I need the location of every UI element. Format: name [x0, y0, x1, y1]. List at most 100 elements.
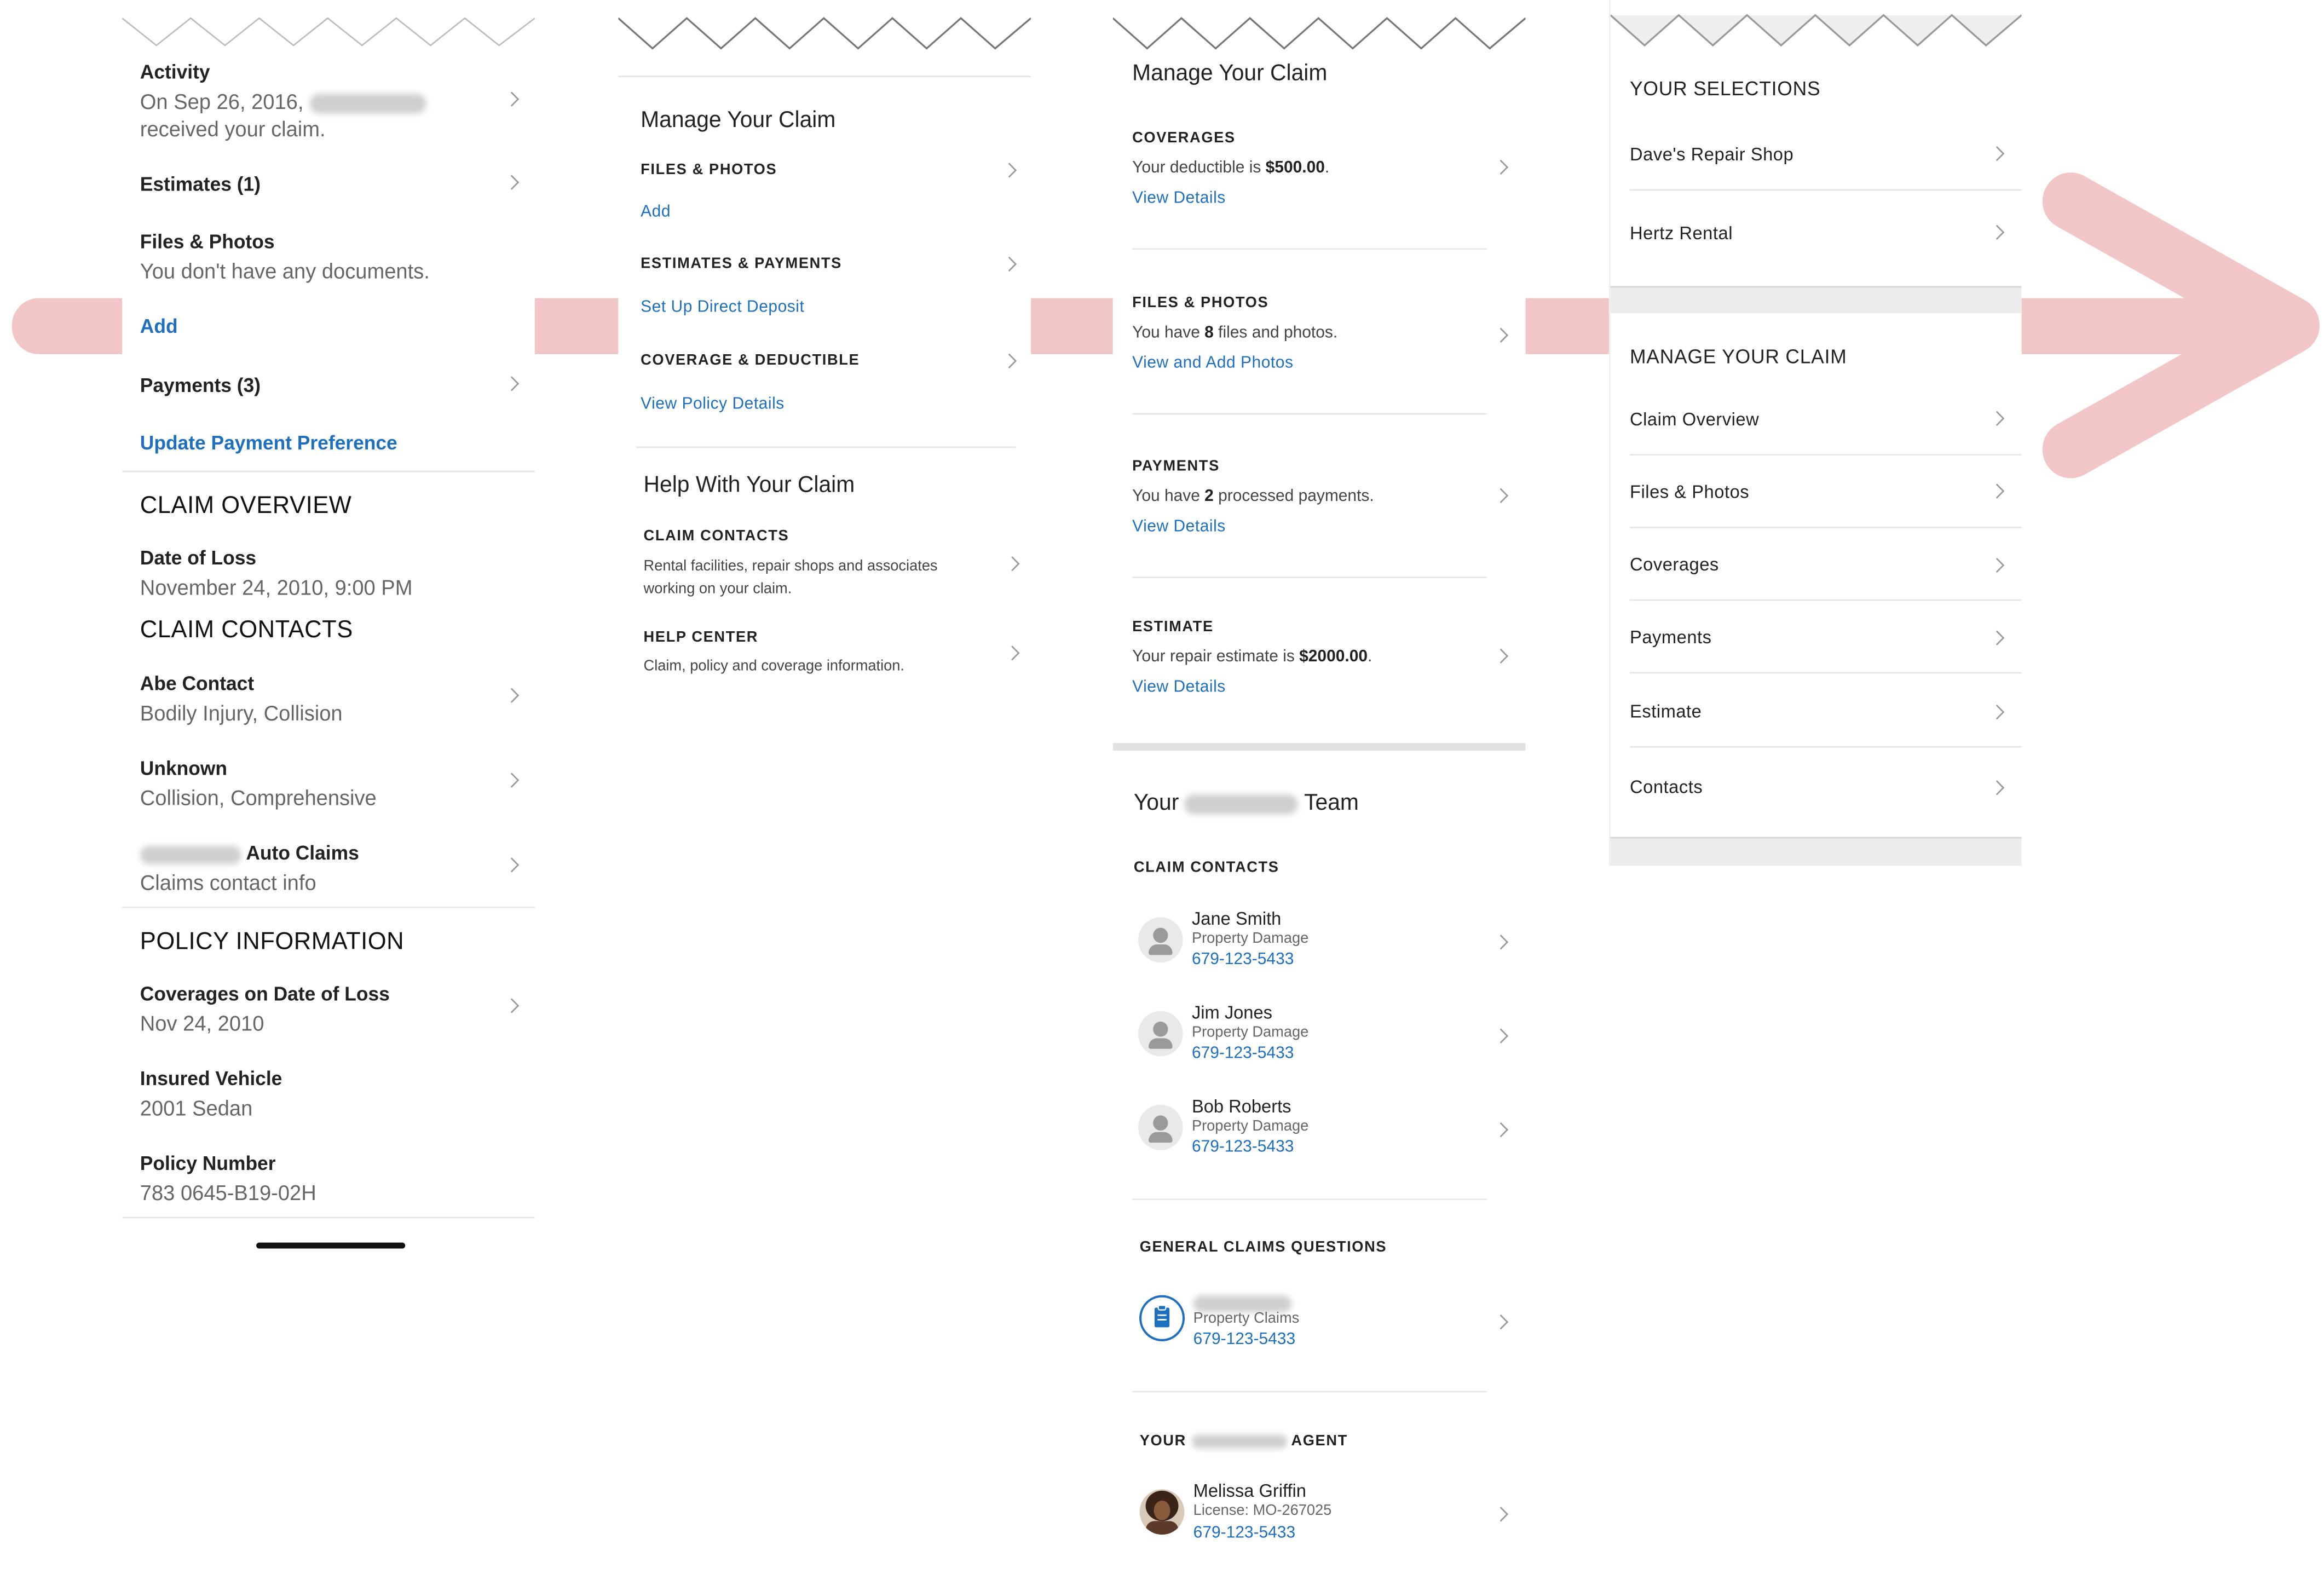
- chevron-right-icon[interactable]: [1989, 557, 2005, 573]
- contact-name[interactable]: Jim Jones: [1192, 1002, 1272, 1023]
- selection-item[interactable]: Hertz Rental: [1630, 222, 1733, 244]
- menu-estimate[interactable]: Estimate: [1630, 701, 1702, 722]
- chevron-right-icon[interactable]: [1493, 327, 1509, 343]
- chevron-right-icon[interactable]: [504, 91, 520, 107]
- contact-detail: Collision, Comprehensive: [140, 785, 377, 810]
- divider: [1629, 599, 2022, 601]
- help-title: Help With Your Claim: [643, 472, 855, 498]
- view-details-link[interactable]: View Details: [1132, 189, 1226, 207]
- view-details-link[interactable]: View Details: [1132, 517, 1226, 535]
- chevron-right-icon[interactable]: [1493, 935, 1509, 950]
- chevron-right-icon[interactable]: [1493, 488, 1509, 504]
- claim-overview-heading: CLAIM OVERVIEW: [140, 493, 352, 520]
- payments-row[interactable]: Payments (3): [140, 374, 261, 396]
- activity-text: On Sep 26, 2016,: [140, 88, 426, 115]
- card-text: Your repair estimate is $2000.00.: [1132, 648, 1373, 666]
- view-details-link[interactable]: View Details: [1132, 678, 1226, 696]
- agent-phone-link[interactable]: 679-123-5433: [1193, 1524, 1295, 1542]
- agent-name[interactable]: Melissa Griffin: [1193, 1480, 1306, 1502]
- chevron-right-icon[interactable]: [504, 175, 520, 190]
- menu-files-photos[interactable]: Files & Photos: [1630, 481, 1749, 503]
- flow-arrow-head-icon: [2042, 172, 2320, 478]
- menu-coverages[interactable]: Coverages: [1630, 554, 1719, 575]
- chevron-right-icon[interactable]: [1493, 648, 1509, 664]
- chevron-right-icon[interactable]: [1989, 146, 2005, 162]
- contact-name[interactable]: Jane Smith: [1192, 908, 1281, 930]
- view-add-photos-link[interactable]: View and Add Photos: [1132, 354, 1293, 372]
- selection-item[interactable]: Dave's Repair Shop: [1630, 144, 1794, 165]
- contact-name[interactable]: Unknown: [140, 757, 227, 779]
- chevron-right-icon[interactable]: [504, 857, 520, 873]
- divider: [1132, 1391, 1487, 1393]
- chevron-right-icon[interactable]: [1989, 780, 2005, 795]
- divider: [1132, 576, 1487, 579]
- direct-deposit-link[interactable]: Set Up Direct Deposit: [641, 298, 804, 316]
- manage-your-claim-caption: MANAGE YOUR CLAIM: [1629, 345, 1847, 368]
- chevron-right-icon[interactable]: [504, 376, 520, 391]
- torn-edge: [618, 16, 1031, 50]
- help-caption: CLAIM CONTACTS: [643, 528, 789, 545]
- divider: [122, 906, 535, 908]
- card-text: Your deductible is $500.00.: [1132, 159, 1330, 177]
- divider: [122, 1216, 535, 1219]
- chevron-right-icon[interactable]: [504, 998, 520, 1013]
- divider: [1132, 1198, 1487, 1201]
- manage-claim-title: Manage Your Claim: [641, 107, 836, 134]
- person-avatar-icon: [1138, 1011, 1183, 1057]
- add-link[interactable]: Add: [641, 203, 671, 221]
- chevron-right-icon[interactable]: [1989, 483, 2005, 499]
- contact-role: Property Damage: [1191, 1024, 1309, 1041]
- chevron-right-icon[interactable]: [1989, 411, 2005, 426]
- menu-claim-overview[interactable]: Claim Overview: [1630, 408, 1759, 430]
- card-caption: PAYMENTS: [1132, 458, 1220, 476]
- insured-vehicle-label: Insured Vehicle: [140, 1066, 282, 1090]
- update-payment-preference-link[interactable]: Update Payment Preference: [140, 431, 397, 454]
- contact-phone-link[interactable]: 679-123-5433: [1192, 1138, 1294, 1156]
- menu-contacts[interactable]: Contacts: [1630, 776, 1703, 798]
- contact-name[interactable]: Bob Roberts: [1192, 1096, 1291, 1117]
- contact-detail: Claims contact info: [140, 870, 316, 895]
- chevron-right-icon[interactable]: [1005, 556, 1020, 572]
- estimates-row[interactable]: Estimates (1): [140, 172, 261, 195]
- chevron-right-icon[interactable]: [504, 772, 520, 788]
- screen-claim-details: Activity On Sep 26, 2016, received your …: [122, 15, 535, 1249]
- chevron-right-icon[interactable]: [1989, 630, 2005, 645]
- chevron-right-icon[interactable]: [1002, 353, 1017, 368]
- contact-detail: Bodily Injury, Collision: [140, 700, 343, 725]
- clipboard-icon: [1139, 1295, 1185, 1341]
- divider: [1629, 672, 2022, 674]
- chevron-right-icon[interactable]: [1493, 1028, 1509, 1043]
- card-text: You have 8 files and photos.: [1132, 324, 1338, 342]
- general-role: Property Claims: [1193, 1310, 1300, 1328]
- chevron-right-icon[interactable]: [1989, 224, 2005, 240]
- chevron-right-icon[interactable]: [504, 688, 520, 703]
- chevron-right-icon[interactable]: [1002, 163, 1017, 178]
- chevron-right-icon[interactable]: [1005, 645, 1020, 661]
- coverages-label[interactable]: Coverages on Date of Loss: [140, 982, 390, 1005]
- contact-name-auto-claims[interactable]: Auto Claims: [140, 841, 359, 864]
- help-text: Rental facilities, repair shops and asso…: [643, 558, 938, 575]
- activity-title: Activity: [140, 60, 210, 84]
- menu-payments[interactable]: Payments: [1630, 626, 1712, 648]
- chevron-right-icon[interactable]: [1989, 704, 2005, 720]
- date-of-loss-value: November 24, 2010, 9:00 PM: [140, 575, 413, 599]
- chevron-right-icon[interactable]: [1493, 159, 1509, 175]
- contact-phone-link[interactable]: 679-123-5433: [1192, 1044, 1294, 1062]
- view-policy-details-link[interactable]: View Policy Details: [641, 395, 785, 413]
- screen-manage-claim-v1: Manage Your Claim FILES & PHOTOS Add EST…: [618, 15, 1031, 712]
- files-add-link[interactable]: Add: [140, 315, 178, 337]
- chevron-right-icon[interactable]: [1493, 1314, 1509, 1330]
- policy-information-heading: POLICY INFORMATION: [140, 929, 405, 955]
- chevron-right-icon[interactable]: [1002, 256, 1017, 272]
- date-of-loss-label: Date of Loss: [140, 546, 257, 569]
- divider: [1629, 527, 2022, 528]
- chevron-right-icon[interactable]: [1493, 1507, 1509, 1522]
- contact-phone-link[interactable]: 679-123-5433: [1192, 950, 1294, 968]
- section-separator: [1610, 837, 2022, 866]
- contact-name[interactable]: Abe Contact: [140, 672, 254, 694]
- home-indicator[interactable]: [256, 1242, 406, 1249]
- chevron-right-icon[interactable]: [1493, 1122, 1509, 1138]
- files-text: You don't have any documents.: [140, 258, 430, 283]
- redacted-company: [1193, 1296, 1292, 1313]
- general-phone-link[interactable]: 679-123-5433: [1193, 1330, 1295, 1348]
